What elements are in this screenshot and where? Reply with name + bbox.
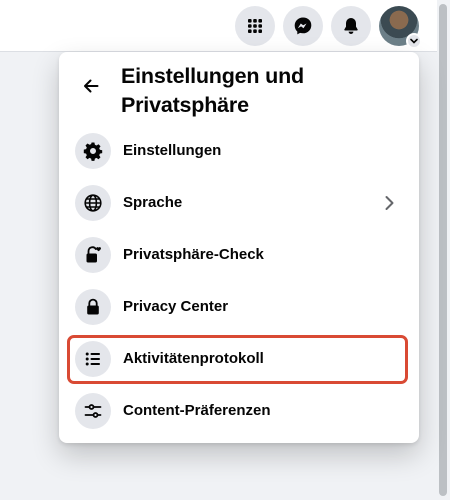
menu-item-privacy-checkup[interactable]: Privatsphäre-Check xyxy=(67,229,411,281)
menu-item-privacy-center[interactable]: Privacy Center xyxy=(67,281,411,333)
arrow-left-icon xyxy=(84,79,99,93)
gear-icon-wrap xyxy=(75,133,111,169)
lock-heart-icon-wrap xyxy=(75,237,111,273)
gear-icon xyxy=(83,142,103,161)
messenger-icon xyxy=(294,17,312,35)
back-button[interactable] xyxy=(73,68,109,104)
panel-title: Einstellungen und Privatsphäre xyxy=(121,64,304,117)
chevron-down-icon xyxy=(410,38,418,44)
menu-item-label: Content-Präferenzen xyxy=(123,402,271,419)
sliders-icon xyxy=(84,404,102,418)
menu-item-label: Einstellungen xyxy=(123,142,222,159)
menu-button[interactable] xyxy=(235,6,275,46)
settings-privacy-panel: Einstellungen und Privatsphäre Einstellu… xyxy=(59,52,419,443)
bell-icon xyxy=(344,18,358,34)
globe-icon xyxy=(84,194,102,212)
chevron-right-icon xyxy=(385,196,394,210)
menu-item-label: Privatsphäre-Check xyxy=(123,246,264,263)
menu-item-label: Privacy Center xyxy=(123,298,229,315)
notifications-button[interactable] xyxy=(331,6,371,46)
list-icon xyxy=(85,352,100,366)
lock-icon xyxy=(87,298,99,315)
sliders-icon-wrap xyxy=(75,393,111,429)
account-avatar-button[interactable] xyxy=(379,6,422,49)
globe-icon-wrap xyxy=(75,185,111,221)
menu-item-settings[interactable]: Einstellungen xyxy=(67,125,411,177)
scrollbar[interactable] xyxy=(437,0,450,500)
avatar-badge xyxy=(406,33,422,49)
menu-item-content-preferences[interactable]: Content-Präferenzen xyxy=(67,385,411,437)
list-icon-wrap xyxy=(75,341,111,377)
lock-heart-icon xyxy=(86,246,101,263)
menu-item-activity-log[interactable]: Aktivitätenprotokoll xyxy=(67,333,411,385)
grid-menu-icon xyxy=(248,19,262,33)
menu-item-label: Aktivitätenprotokoll xyxy=(123,350,264,367)
lock-icon-wrap xyxy=(75,289,111,325)
scrollbar-thumb[interactable] xyxy=(439,4,447,496)
menu-item-label: Sprache xyxy=(123,194,183,211)
menu-item-language[interactable]: Sprache xyxy=(67,177,411,229)
messenger-button[interactable] xyxy=(283,6,323,46)
top-navigation-bar xyxy=(0,0,450,52)
